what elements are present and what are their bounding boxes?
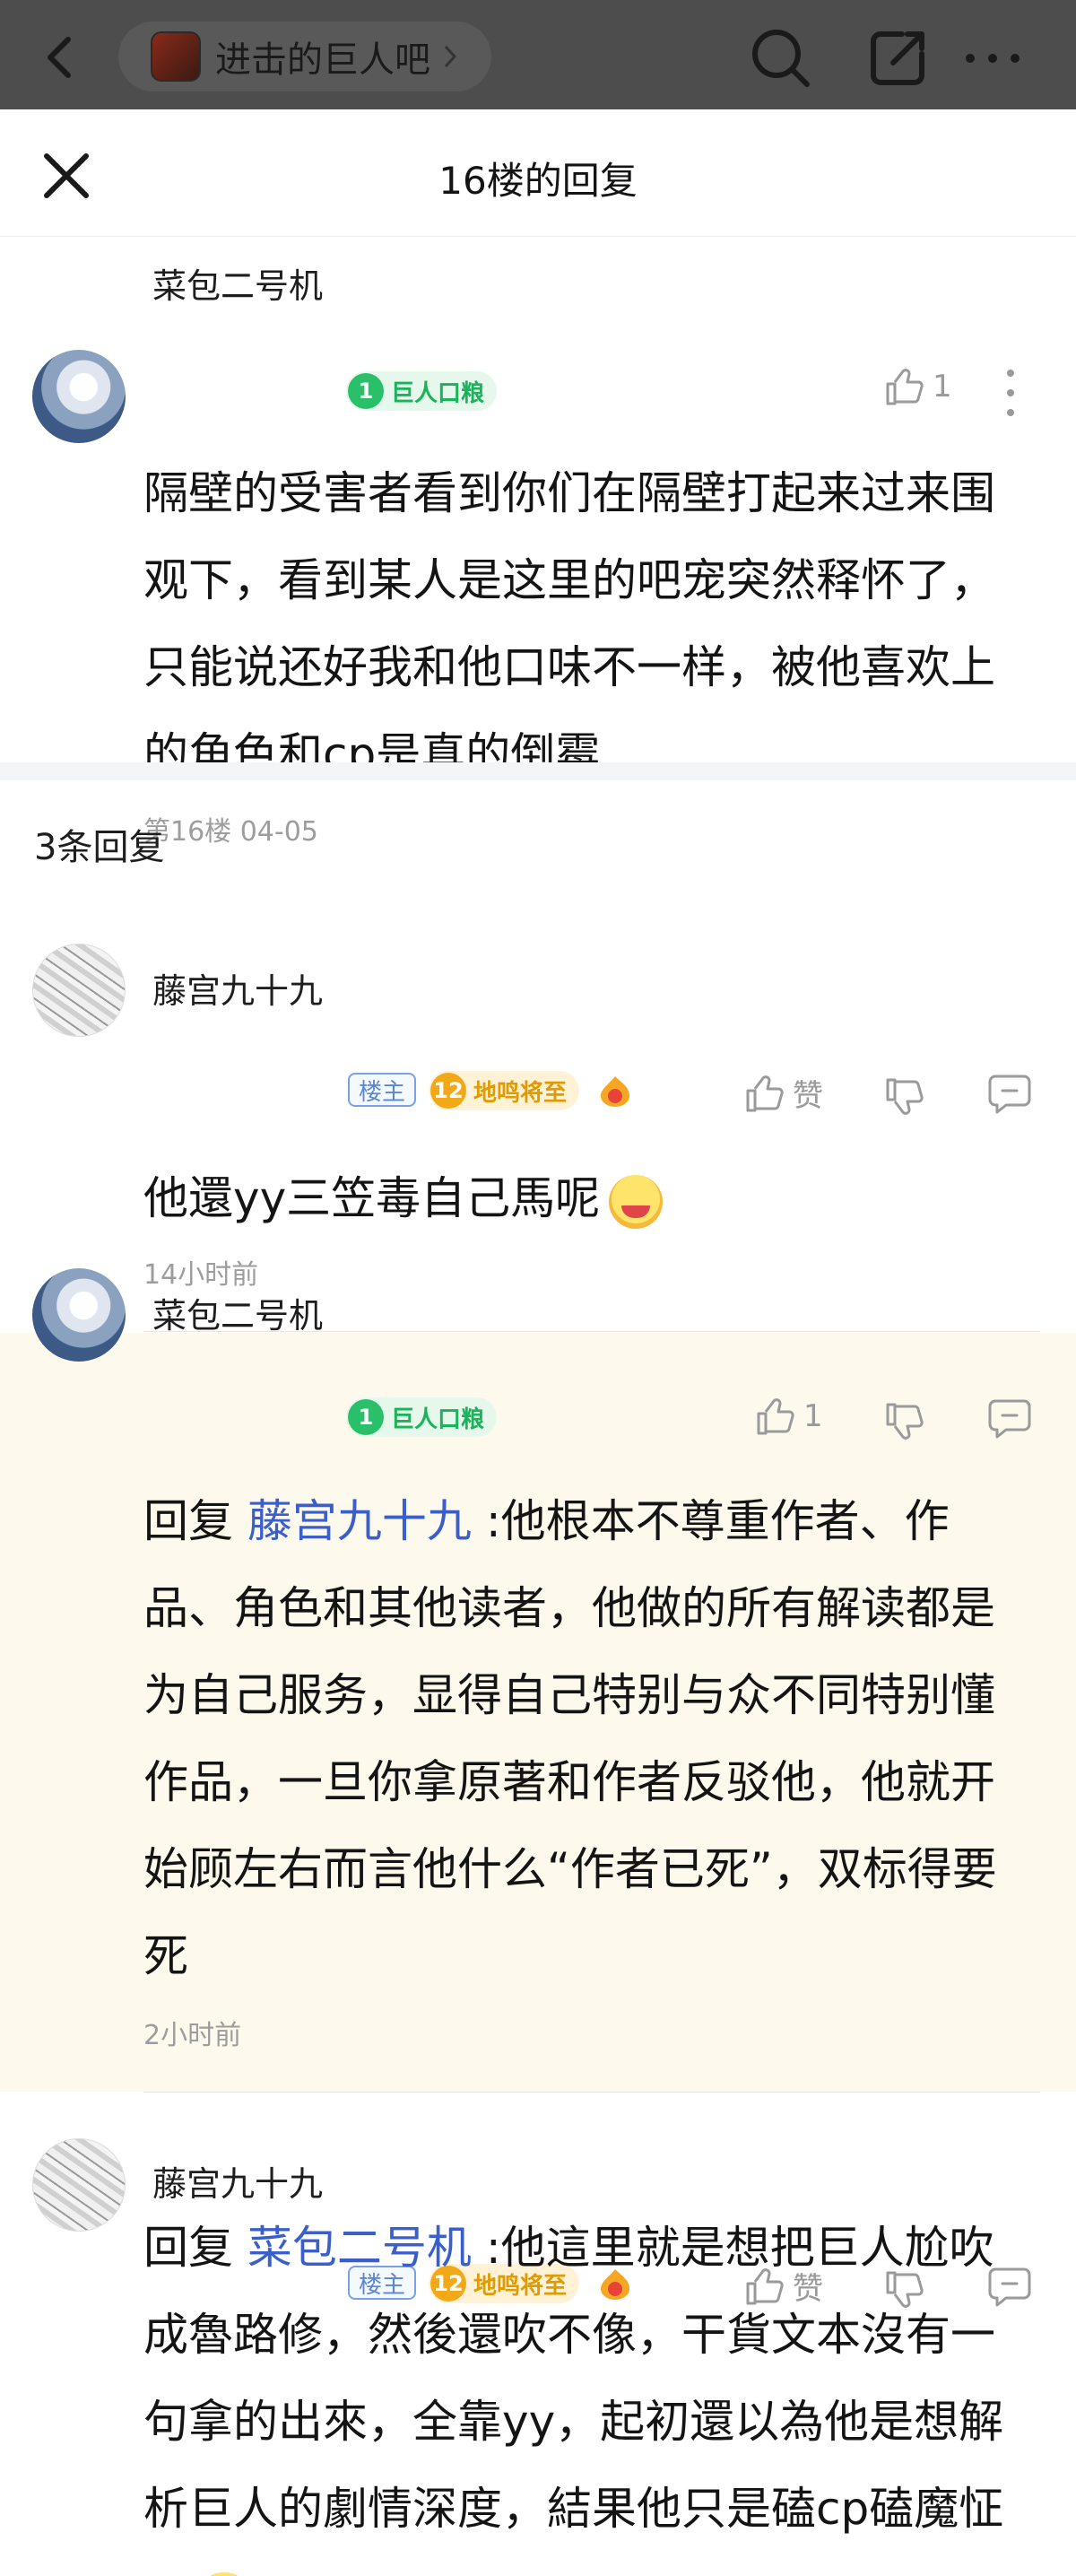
thumbs-down-icon[interactable] [882,1075,924,1116]
thumbs-down-icon[interactable] [882,1399,924,1440]
chevron-left-icon [48,37,71,78]
more-button[interactable] [961,27,1024,93]
section-divider [0,762,1076,780]
search-button[interactable] [748,25,812,93]
post-text: 隔壁的受害者看到你们在隔壁打起来过来围观下，看到某人是这里的吧宠突然释怀了，只能… [143,467,995,780]
username[interactable]: 菜包二号机 [152,258,323,308]
thumbs-up-icon [746,1075,784,1111]
reply-sheet: 16楼的回复 菜包二号机 1 巨人口粮 1 隔壁的受害者看到你们在隔壁打起来过来… [0,109,1076,2576]
username[interactable]: 菜包二号机 [152,1288,323,1337]
more-horizontal-icon [966,54,1020,63]
reply-prefix: 回复 [143,1495,233,1547]
grin-emoji-icon [197,2572,251,2576]
level-number: 1 [348,373,384,409]
grin-emoji-icon [609,1174,664,1229]
mention-link[interactable]: 藤宫九十九 [247,1495,472,1547]
level-badge: 12 地鸣将至 [429,1071,580,1110]
thumbs-up-icon [886,369,924,405]
level-badge: 1 巨人口粮 [346,371,498,411]
like-label: 赞 [793,1078,823,1114]
share-icon [871,31,924,85]
level-title: 地鸣将至 [473,1079,568,1107]
reply-time: 14小时前 [143,1259,259,1291]
reply-count: 3条回复 [34,827,165,868]
back-button[interactable] [41,25,95,90]
top-navigation-bar: 进击的巨人吧 [0,0,1076,109]
host-tag: 楼主 [348,1073,417,1107]
like-button[interactable]: 1 [882,366,952,407]
avatar[interactable] [32,944,126,1037]
chevron-right-icon [444,45,457,68]
level-number: 12 [430,1073,466,1109]
level-badge: 1 巨人口粮 [346,1397,498,1437]
reply-text: 回复 藤宫九十九 :他根本不尊重作者、作品、角色和其他读者，他做的所有解读都是为… [143,1478,1031,2000]
reply-body: :他這里就是想把巨人尬吹成魯路修，然後還吹不像，干貨文本沒有一句拿的出來，全靠y… [143,2222,1004,2576]
level-number: 1 [348,1399,384,1435]
fire-icon [601,1076,629,1107]
like-count: 1 [933,369,952,405]
share-button[interactable] [866,27,929,93]
reply-body: :他根本不尊重作者、作品、角色和其他读者，他做的所有解读都是为自己服务，显得自己… [143,1495,997,1982]
like-button[interactable]: 1 [753,1396,823,1437]
divider [143,2092,1040,2093]
sheet-header: 16楼的回复 [0,109,1076,237]
reply-text: 回复 菜包二号机 :他這里就是想把巨人尬吹成魯路修，然後還吹不像，干貨文本沒有一… [143,2205,1031,2576]
comment-icon[interactable] [988,1397,1031,1439]
forum-avatar [151,31,201,82]
reply-time: 2小时前 [143,2020,242,2051]
reply-text: 他還yy三笠毒自己馬呢 [143,1155,1031,1242]
thumbs-up-icon [757,1398,794,1435]
search-icon [752,30,810,87]
avatar[interactable] [32,2138,126,2232]
like-count: 1 [803,1398,823,1434]
username[interactable]: 藤宫九十九 [152,2156,323,2206]
forum-name: 进击的巨人吧 [215,39,430,81]
mention-link[interactable]: 菜包二号机 [247,2222,472,2274]
sheet-title: 16楼的回复 [438,159,638,203]
post-meta: 第16楼 04-05 [143,816,318,848]
level-title: 巨人口粮 [391,379,485,407]
forum-chip[interactable]: 进击的巨人吧 [118,22,491,91]
more-vertical-icon[interactable] [1004,366,1017,420]
username[interactable]: 藤宫九十九 [152,963,323,1013]
reply-prefix: 回复 [143,2222,233,2274]
avatar[interactable] [32,1268,126,1362]
avatar[interactable] [32,350,126,443]
like-button[interactable]: 赞 [742,1071,823,1115]
comment-icon[interactable] [988,1073,1031,1114]
level-title: 巨人口粮 [391,1405,485,1433]
reply-body: 他還yy三笠毒自己馬呢 [143,1172,601,1224]
